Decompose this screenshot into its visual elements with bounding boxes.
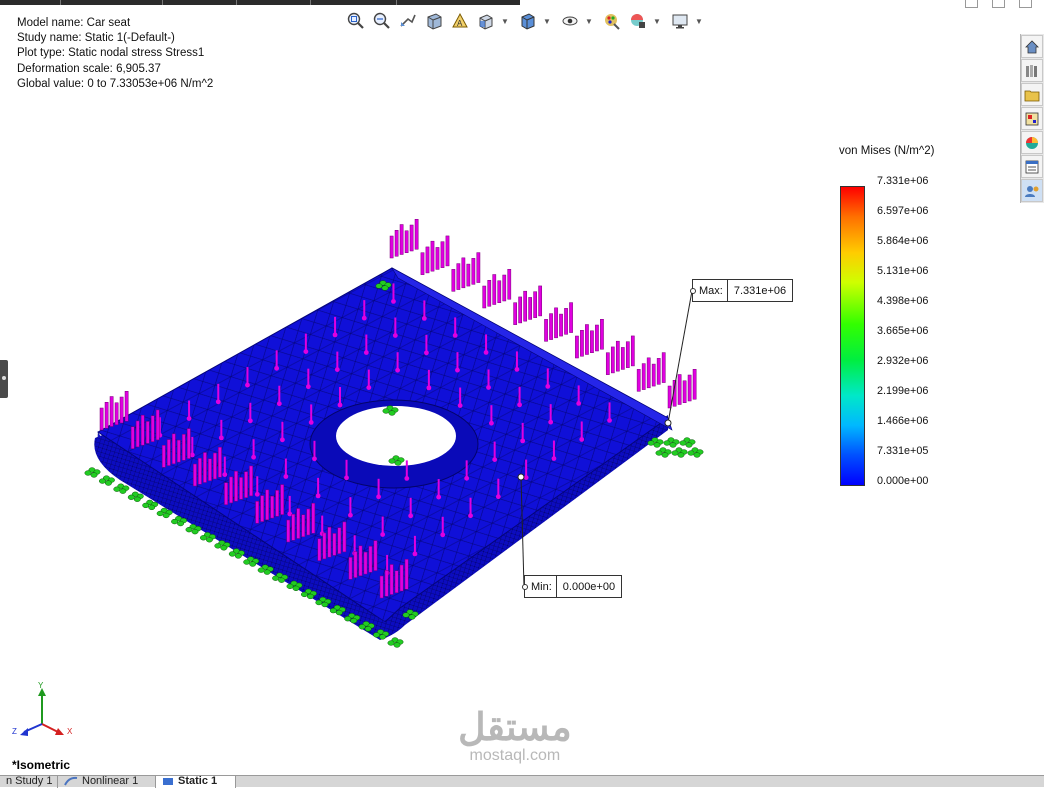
fixture-marker [387,637,404,648]
fixture-marker [663,437,680,448]
fixture-marker [98,475,115,486]
view-orientation-name: *Isometric [12,758,71,772]
max-callout-label: Max: [693,280,728,301]
tab-nonlinear-1-label: Nonlinear 1 [82,776,139,787]
edge-load-cluster [513,285,543,325]
edge-load-cluster [605,335,635,375]
legend-tick-label: 5.131e+06 [877,265,929,277]
triad-z-label: Z [12,727,17,736]
fixture-marker [655,447,672,458]
tab-study-1[interactable]: n Study 1 [0,776,58,788]
graphics-area[interactable]: Model name: Car seat Study name: Static … [0,0,1044,788]
legend-title: von Mises (N/m^2) [839,145,935,157]
fixture-marker [113,483,130,494]
min-callout-label: Min: [525,576,557,597]
legend-tick-label: 2.932e+06 [877,355,929,367]
tab-nonlinear-1[interactable]: Nonlinear 1 [58,776,156,788]
tab-static-1[interactable]: Static 1 [156,776,236,788]
triad-x-label: X [67,727,73,736]
legend-tick-label: 2.199e+06 [877,385,929,397]
edge-load-cluster [636,352,666,392]
nonlinear-study-icon [64,776,78,786]
fixture-marker [84,467,101,478]
study-tabs: n Study 1 Nonlinear 1 Static 1 [0,775,1044,788]
fixture-marker [687,447,704,458]
legend-tick-label: 7.331e+05 [877,445,929,457]
max-node-marker [664,419,672,427]
legend-tick-label: 7.331e+06 [877,175,929,187]
min-callout-anchor [522,584,528,590]
watermark-arabic: مستقل [458,707,572,749]
legend-tick-label: 6.597e+06 [877,205,929,217]
max-callout[interactable]: Max: 7.331e+06 [690,279,794,302]
min-node-marker [517,473,525,481]
edge-load-cluster [451,252,481,292]
static-study-icon [163,778,173,785]
max-callout-anchor [690,288,696,294]
tab-static-1-label: Static 1 [178,776,218,787]
edge-load-cluster [544,302,573,342]
max-callout-value: 7.331e+06 [733,284,787,297]
edge-load-cluster [482,269,512,309]
edge-load-cluster [420,235,450,275]
watermark-latin: mostaql.com [469,747,561,764]
reference-triad: Y X Z [12,682,73,736]
legend-tick-label: 3.665e+06 [877,325,929,337]
fixture-marker [127,491,144,502]
min-callout-value: 0.000e+00 [562,580,616,593]
legend-tick-label: 0.000e+00 [877,475,929,487]
legend-tick-label: 5.864e+06 [877,235,929,247]
legend-tick-label: 1.466e+06 [877,415,929,427]
fixture-marker [679,437,696,448]
legend-tick-label: 4.398e+06 [877,295,929,307]
edge-load-cluster [389,219,419,259]
legend-color-bar[interactable] [840,186,865,486]
triad-y-label: Y [38,682,44,690]
watermark: مستقل mostaql.com [458,708,572,764]
fixture-marker [671,447,688,458]
edge-load-cluster [575,319,604,359]
min-callout[interactable]: Min: 0.000e+00 [522,575,623,598]
tab-study-1-label: n Study 1 [6,776,53,787]
